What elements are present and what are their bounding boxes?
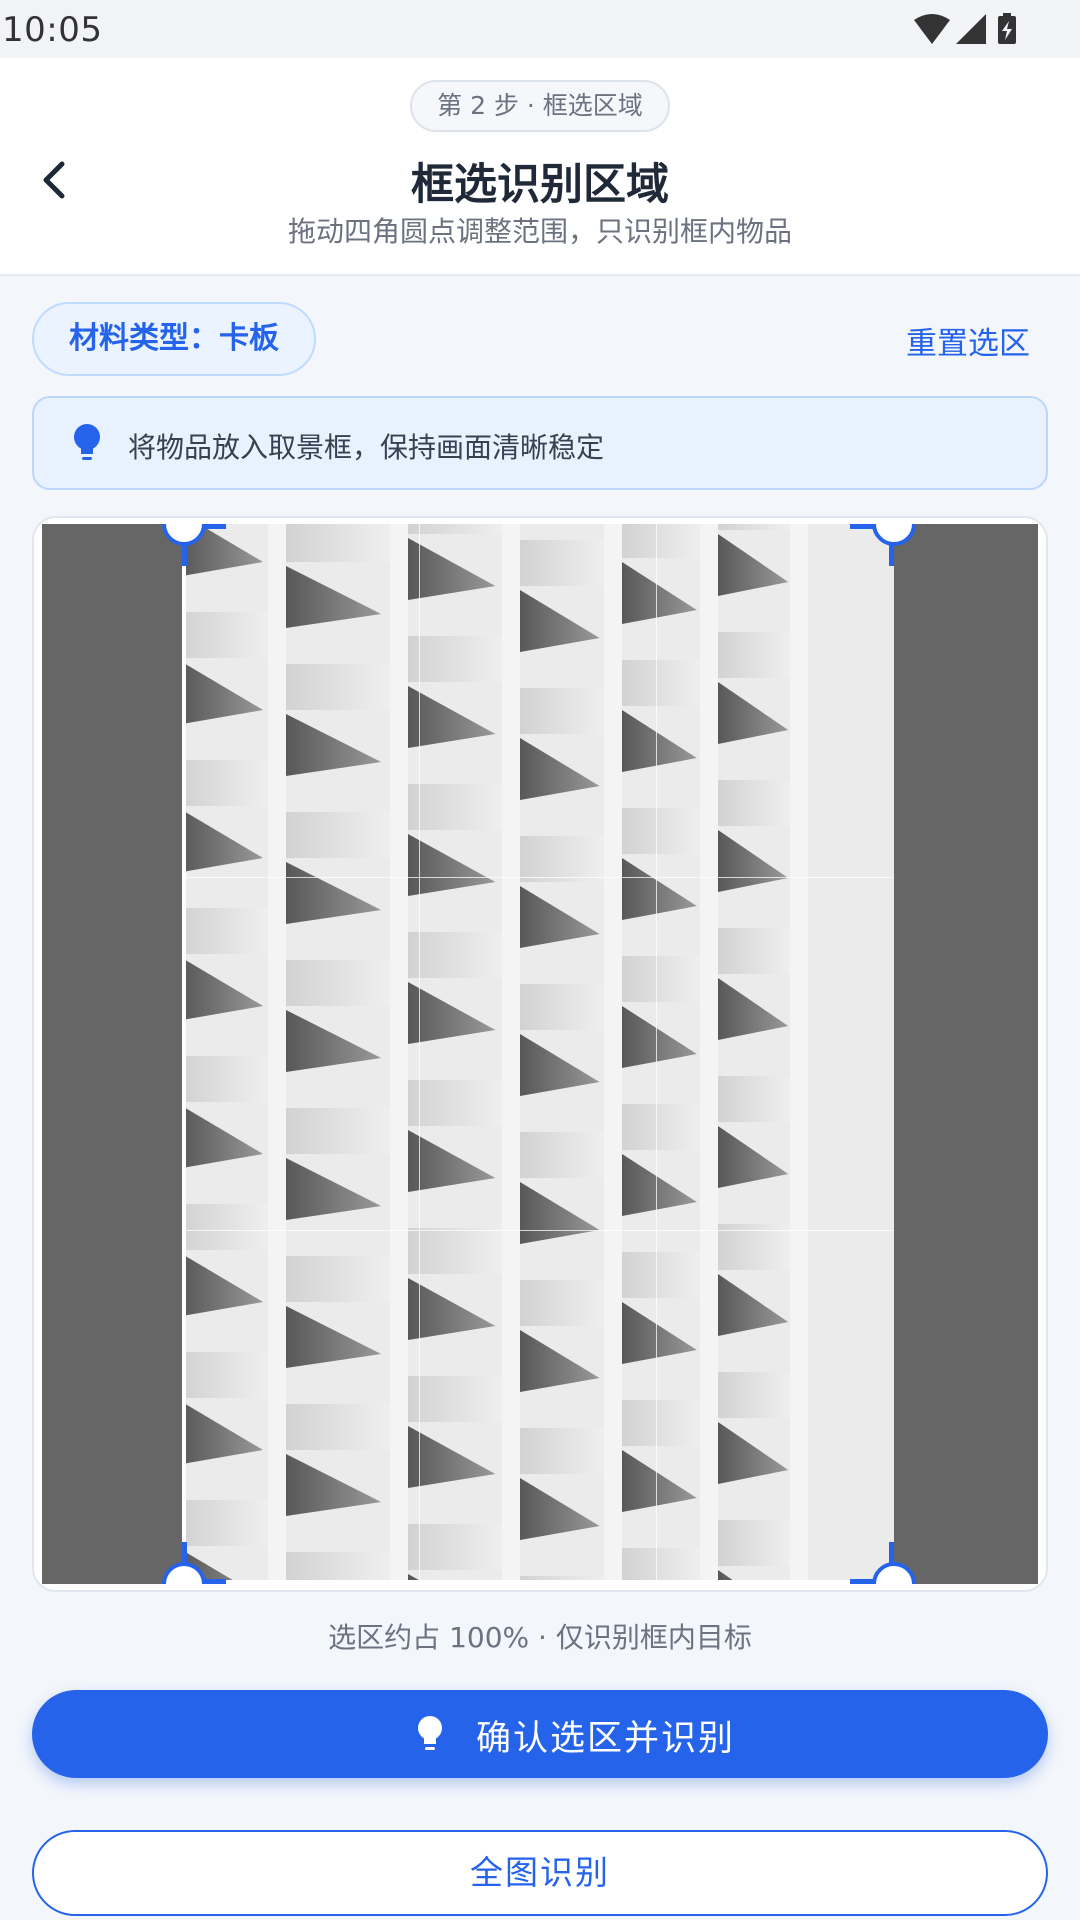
grid-line	[182, 877, 894, 878]
battery-charging-icon	[998, 13, 1016, 44]
wifi-icon	[914, 14, 950, 44]
building-facade-image	[182, 524, 894, 1584]
page-title: 框选识别区域	[411, 160, 669, 210]
reset-selection-button[interactable]: 重置选区	[880, 318, 1030, 363]
status-time: 10:05	[2, 10, 103, 50]
selection-border	[182, 524, 186, 1584]
page-subtitle: 拖动四角圆点调整范围，只识别框内物品	[287, 215, 792, 248]
grid-line	[182, 1230, 894, 1231]
tip-banner: 将物品放入取景框，保持画面清晰稳定	[32, 396, 1048, 490]
status-bar: 10:05	[0, 0, 1080, 58]
confirm-recognize-label: 确认选区并识别	[476, 1719, 736, 1759]
header: 第 2 步 · 框选区域 框选识别区域 拖动四角圆点调整范围，只识别框内物品	[0, 58, 1080, 276]
tip-text: 将物品放入取景框，保持画面清晰稳定	[128, 431, 605, 464]
selection-info: 选区约占 100% · 仅识别框内目标	[328, 1621, 752, 1654]
material-type-chip[interactable]: 材料类型：卡板	[32, 302, 316, 376]
grid-line	[419, 524, 420, 1584]
signal-icon	[956, 14, 986, 44]
confirm-recognize-button[interactable]: 确认选区并识别	[32, 1690, 1048, 1778]
grid-line	[656, 524, 657, 1584]
lightbulb-icon	[418, 1716, 442, 1750]
selection-border	[182, 1580, 894, 1584]
lightbulb-icon	[74, 424, 100, 460]
status-icons	[914, 13, 1016, 44]
full-image-recognize-button[interactable]: 全图识别	[32, 1830, 1048, 1916]
step-indicator: 第 2 步 · 框选区域	[410, 80, 670, 132]
crop-canvas[interactable]	[42, 524, 1038, 1584]
photo-preview	[182, 524, 894, 1584]
